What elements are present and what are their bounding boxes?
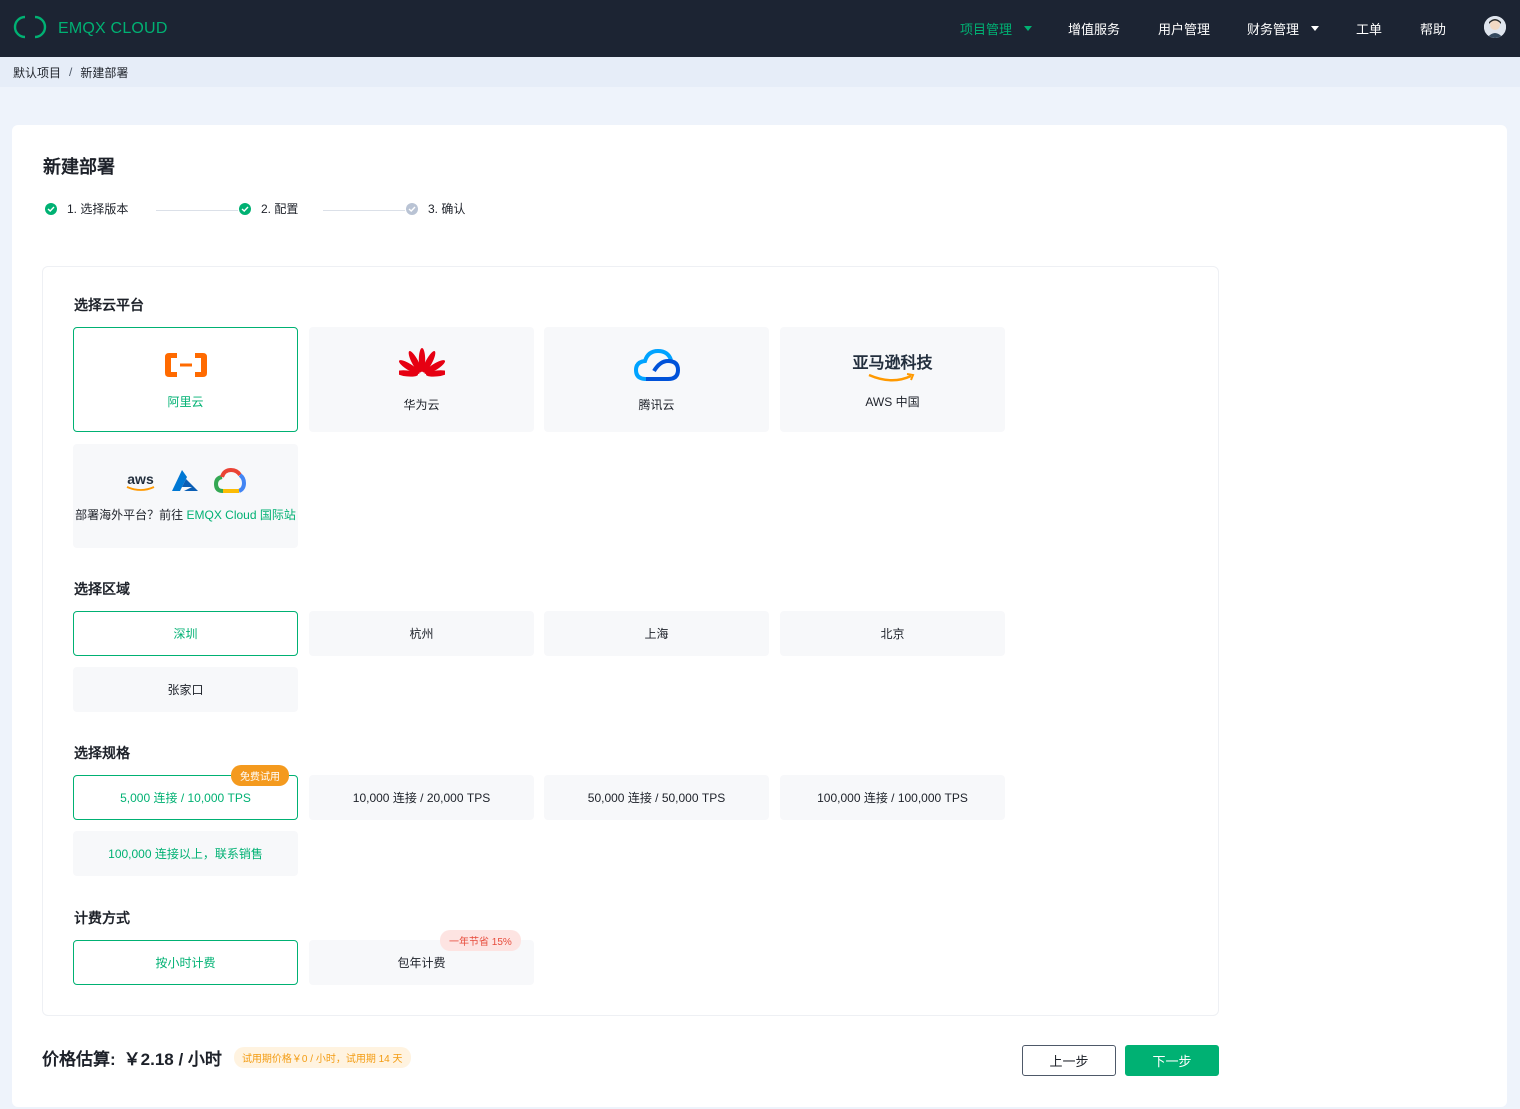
step-label: 2. 配置 (261, 200, 298, 217)
cloud-option-label: 华为云 (403, 396, 439, 413)
step-label: 1. 选择版本 (67, 200, 128, 217)
region-option-label: 张家口 (167, 681, 203, 698)
region-option-shanghai[interactable]: 上海 (544, 611, 769, 656)
section-label-cloud: 选择云平台 (74, 295, 144, 315)
deployment-card: 新建部署 1. 选择版本 2. 配置 3. 确认 选择云平台 (12, 125, 1507, 1107)
nav-project-management[interactable]: 项目管理 (960, 19, 1032, 38)
amazon-cn-logo-text: 亚马逊科技 (852, 349, 932, 373)
yearly-discount-badge: 一年节省 15% (440, 930, 521, 951)
nav-label: 项目管理 (960, 19, 1012, 38)
region-option-label: 上海 (644, 625, 668, 642)
intl-cloud-logos: aws (126, 468, 246, 497)
region-option-hangzhou[interactable]: 杭州 (309, 611, 534, 656)
region-option-shenzhen[interactable]: 深圳 (73, 611, 298, 656)
cloud-option-huawei[interactable]: 华为云 (309, 327, 534, 432)
price-value: ￥2.18 / 小时 (124, 1045, 222, 1070)
cloud-option-label: 阿里云 (167, 393, 203, 410)
price-estimate: 价格估算: ￥2.18 / 小时 试用期价格￥0 / 小时，试用期 14 天 (42, 1045, 411, 1070)
breadcrumb-item-current: 新建部署 (80, 64, 128, 81)
amazon-smile-icon (867, 373, 917, 383)
spec-option-label: 10,000 连接 / 20,000 TPS (353, 789, 490, 806)
tencent-cloud-icon (632, 347, 682, 386)
amazon-cn-logo: 亚马逊科技 (852, 349, 932, 383)
spec-option-10000[interactable]: 10,000 连接 / 20,000 TPS (309, 775, 534, 820)
nav-user-management[interactable]: 用户管理 (1158, 19, 1210, 38)
billing-option-label: 包年计费 (397, 954, 445, 971)
intl-site-link[interactable]: EMQX Cloud 国际站 (186, 508, 295, 522)
azure-icon (170, 469, 200, 496)
cloud-option-label: AWS 中国 (865, 393, 919, 410)
step-confirm: 3. 确认 (406, 200, 465, 217)
price-label: 价格估算: (42, 1045, 116, 1070)
spec-option-label: 100,000 连接 / 100,000 TPS (817, 789, 968, 806)
billing-option-label: 按小时计费 (155, 954, 215, 971)
nav-help[interactable]: 帮助 (1420, 19, 1446, 38)
step-connector (323, 210, 405, 211)
nav-label: 财务管理 (1247, 19, 1299, 38)
step-label: 3. 确认 (428, 200, 465, 217)
breadcrumb-item-project[interactable]: 默认项目 (13, 64, 61, 81)
check-circle-icon (45, 203, 57, 215)
region-option-label: 杭州 (409, 625, 433, 642)
step-configure: 2. 配置 (239, 200, 298, 217)
nav-label: 工单 (1356, 19, 1382, 38)
breadcrumb-separator: / (69, 65, 72, 79)
nav-finance-management[interactable]: 财务管理 (1247, 19, 1319, 38)
section-label-billing: 计费方式 (74, 908, 130, 928)
spec-option-label: 100,000 连接以上，联系销售 (108, 845, 263, 862)
section-label-region: 选择区域 (74, 579, 130, 599)
region-option-beijing[interactable]: 北京 (780, 611, 1005, 656)
chevron-down-icon (1024, 26, 1032, 31)
spec-option-label: 5,000 连接 / 10,000 TPS (120, 789, 251, 806)
check-circle-icon (239, 203, 251, 215)
region-option-label: 北京 (880, 625, 904, 642)
spec-option-50000[interactable]: 50,000 连接 / 50,000 TPS (544, 775, 769, 820)
cloud-option-international[interactable]: aws (73, 444, 298, 548)
nav-tickets[interactable]: 工单 (1356, 19, 1382, 38)
cloud-option-aws-china[interactable]: 亚马逊科技 AWS 中国 (780, 327, 1005, 432)
trial-price-note: 试用期价格￥0 / 小时，试用期 14 天 (234, 1047, 411, 1068)
nav-value-added-services[interactable]: 增值服务 (1068, 19, 1120, 38)
nav-label: 增值服务 (1068, 19, 1120, 38)
intl-redirect-text: 部署海外平台？前往 EMQX Cloud 国际站 (75, 505, 296, 525)
config-panel: 选择云平台 阿里云 (42, 266, 1219, 1016)
free-trial-badge: 免费试用 (231, 765, 289, 786)
aws-icon: aws (126, 472, 156, 492)
steps-indicator: 1. 选择版本 2. 配置 3. 确认 (43, 200, 503, 220)
region-option-zhangjiakou[interactable]: 张家口 (73, 667, 298, 712)
aliyun-icon (163, 350, 209, 383)
prev-step-button[interactable]: 上一步 (1022, 1045, 1116, 1076)
cloud-option-aliyun[interactable]: 阿里云 (73, 327, 298, 432)
check-circle-icon (406, 203, 418, 215)
cloud-option-label: 腾讯云 (638, 396, 674, 413)
nav-label: 帮助 (1420, 19, 1446, 38)
spec-option-label: 50,000 连接 / 50,000 TPS (588, 789, 725, 806)
spec-option-100000[interactable]: 100,000 连接 / 100,000 TPS (780, 775, 1005, 820)
user-avatar-icon (1484, 16, 1506, 38)
huawei-icon (399, 347, 445, 386)
step-select-version: 1. 选择版本 (45, 200, 128, 217)
billing-option-hourly[interactable]: 按小时计费 (73, 940, 298, 985)
brand-name: EMQX CLOUD (58, 20, 168, 38)
breadcrumb: 默认项目 / 新建部署 (0, 57, 1520, 87)
spec-option-contact-sales[interactable]: 100,000 连接以上，联系销售 (73, 831, 298, 876)
region-option-label: 深圳 (173, 625, 197, 642)
chevron-down-icon (1311, 26, 1319, 31)
cloud-option-tencent[interactable]: 腾讯云 (544, 327, 769, 432)
page-title: 新建部署 (43, 153, 115, 179)
section-label-spec: 选择规格 (74, 743, 130, 763)
emqx-logo-icon (12, 14, 48, 43)
google-cloud-icon (214, 468, 246, 497)
step-connector (156, 210, 238, 211)
brand-logo[interactable]: EMQX CLOUD (12, 14, 168, 43)
avatar[interactable] (1484, 16, 1506, 38)
next-step-button[interactable]: 下一步 (1125, 1045, 1219, 1076)
nav-label: 用户管理 (1158, 19, 1210, 38)
top-navbar: EMQX CLOUD 项目管理 增值服务 用户管理 财务管理 工单 帮助 (0, 0, 1520, 57)
